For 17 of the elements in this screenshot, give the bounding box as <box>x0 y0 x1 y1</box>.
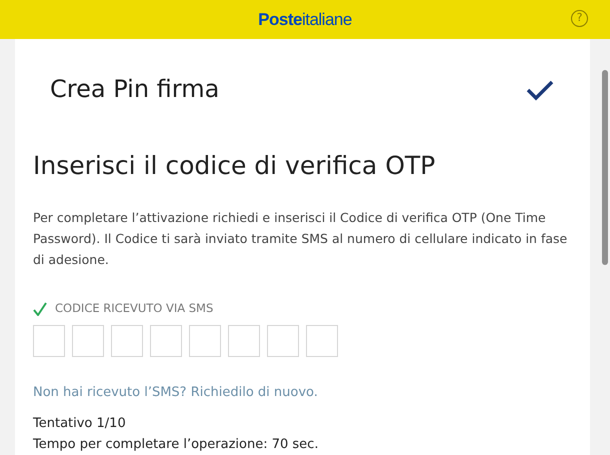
resend-link[interactable]: Non hai ricevuto l’SMS? Richiedilo di nuovo. <box>33 385 318 400</box>
logo: Posteitaliane <box>258 8 352 31</box>
code-digit-field[interactable] <box>72 325 104 358</box>
time-text: Tempo per completare l’operazione: 70 sec. <box>33 436 320 454</box>
code-digit-field[interactable] <box>150 325 182 358</box>
code-digit-field[interactable] <box>228 325 260 358</box>
page-heading: Inserisci il codice di verifica OTP <box>33 151 436 181</box>
code-digit-field[interactable] <box>189 325 221 358</box>
code-digit-field[interactable] <box>33 325 65 358</box>
attempt-text: Tentativo 1/10 <box>33 415 127 434</box>
description: Per completare l’attivazione richiedi e inserisci il Codice di verifica OTP (One Time Password). Il Codice ti sarà inviato tramite SMS al numero di cellulare indicato in fase di adesione. <box>33 209 568 269</box>
field-label: CODICE RICEVUTO VIA SMS <box>55 300 214 317</box>
code-digit-field[interactable] <box>111 325 143 358</box>
code-digit-field[interactable] <box>267 325 299 358</box>
step-title: Crea Pin firma <box>49 74 220 105</box>
code-digit-field[interactable] <box>306 325 338 358</box>
help-icon[interactable]: ? <box>571 10 588 27</box>
